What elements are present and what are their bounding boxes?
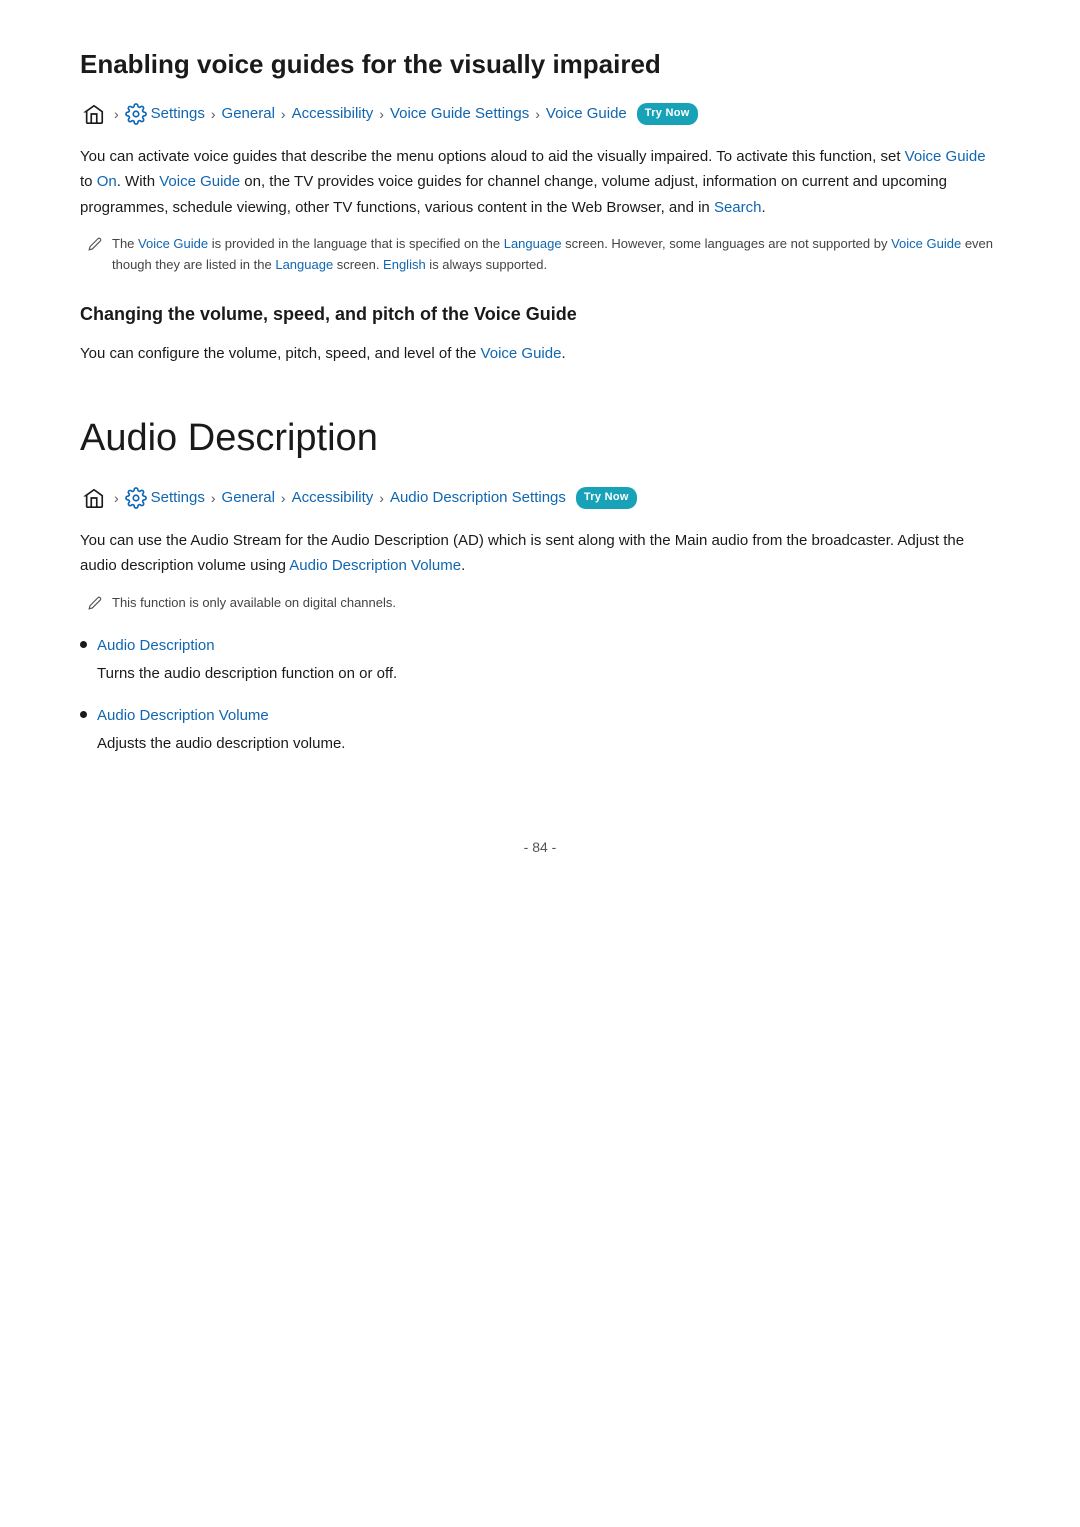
bullet-item-1: Audio Description Turns the audio descri… <box>80 634 1000 686</box>
pencil-icon-1 <box>88 235 102 259</box>
section1-body2: You can configure the volume, pitch, spe… <box>80 341 1000 367</box>
bullet-item-2: Audio Description Volume Adjusts the aud… <box>80 704 1000 756</box>
link-voice-guide-3[interactable]: Voice Guide <box>481 345 562 362</box>
page-footer: - 84 - <box>80 836 1000 858</box>
note-link-english[interactable]: English <box>383 257 426 272</box>
breadcrumb-general-2[interactable]: General <box>222 486 275 510</box>
try-now-badge-2[interactable]: Try Now <box>576 487 637 509</box>
breadcrumb-audio-desc-settings[interactable]: Audio Description Settings <box>390 486 566 510</box>
section2-body1: You can use the Audio Stream for the Aud… <box>80 528 1000 579</box>
bullet-content-2: Audio Description Volume Adjusts the aud… <box>97 704 1000 756</box>
note-block-1: The Voice Guide is provided in the langu… <box>80 234 1000 276</box>
breadcrumb-general[interactable]: General <box>222 102 275 126</box>
link-voice-guide-1[interactable]: Voice Guide <box>905 148 986 165</box>
link-search[interactable]: Search <box>714 199 762 216</box>
chevron-icon-3: › <box>281 103 286 125</box>
section1-body1: You can activate voice guides that descr… <box>80 144 1000 221</box>
section1-subheading: Changing the volume, speed, and pitch of… <box>80 300 1000 329</box>
section1-title: Enabling voice guides for the visually i… <box>80 48 1000 82</box>
try-now-badge-1[interactable]: Try Now <box>637 103 698 125</box>
chevron-icon-6: › <box>114 487 119 509</box>
page-number: - 84 - <box>524 839 557 855</box>
note-text-1: The Voice Guide is provided in the langu… <box>112 234 1000 276</box>
pencil-icon-2 <box>88 594 102 618</box>
link-voice-guide-2[interactable]: Voice Guide <box>159 173 240 190</box>
chevron-icon-2: › <box>211 103 216 125</box>
note-link-voice-guide-2[interactable]: Voice Guide <box>891 236 961 251</box>
chevron-icon-1: › <box>114 103 119 125</box>
breadcrumb-voice-guide[interactable]: Voice Guide <box>546 102 627 126</box>
section-audio-description: Audio Description › Settings › General ›… <box>80 416 1000 756</box>
note-link-language-2[interactable]: Language <box>275 257 333 272</box>
home-icon <box>80 100 108 128</box>
bullet-title-audio-desc[interactable]: Audio Description <box>97 634 1000 658</box>
note-text-2: This function is only available on digit… <box>112 593 396 614</box>
section2-title: Audio Description <box>80 416 1000 462</box>
bullet-dot-1 <box>80 641 87 648</box>
link-on[interactable]: On <box>97 173 117 190</box>
bullet-dot-2 <box>80 711 87 718</box>
chevron-icon-7: › <box>211 487 216 509</box>
chevron-icon-9: › <box>379 487 384 509</box>
breadcrumb-settings[interactable]: Settings <box>151 102 205 126</box>
note-link-voice-guide-1[interactable]: Voice Guide <box>138 236 208 251</box>
breadcrumb-2: › Settings › General › Accessibility › A… <box>80 484 1000 512</box>
bullet-title-audio-desc-volume[interactable]: Audio Description Volume <box>97 704 1000 728</box>
bullet-content-1: Audio Description Turns the audio descri… <box>97 634 1000 686</box>
chevron-icon-8: › <box>281 487 286 509</box>
settings-gear-icon <box>125 103 147 125</box>
chevron-icon-5: › <box>535 103 540 125</box>
audio-desc-bullet-list: Audio Description Turns the audio descri… <box>80 634 1000 756</box>
breadcrumb-settings-2[interactable]: Settings <box>151 486 205 510</box>
breadcrumb-voice-guide-settings[interactable]: Voice Guide Settings <box>390 102 529 126</box>
link-audio-desc-volume-1[interactable]: Audio Description Volume <box>289 557 461 574</box>
settings-gear-icon-2 <box>125 487 147 509</box>
note-link-language-1[interactable]: Language <box>504 236 562 251</box>
chevron-icon-4: › <box>379 103 384 125</box>
breadcrumb-accessibility-2[interactable]: Accessibility <box>292 486 374 510</box>
breadcrumb-accessibility[interactable]: Accessibility <box>292 102 374 126</box>
bullet-desc-audio-desc: Turns the audio description function on … <box>97 665 397 682</box>
section-voice-guide: Enabling voice guides for the visually i… <box>80 48 1000 366</box>
bullet-desc-audio-desc-volume: Adjusts the audio description volume. <box>97 735 345 752</box>
breadcrumb-1: › Settings › General › Accessibility › V… <box>80 100 1000 128</box>
note-block-2: This function is only available on digit… <box>80 593 1000 618</box>
home-icon-2 <box>80 484 108 512</box>
